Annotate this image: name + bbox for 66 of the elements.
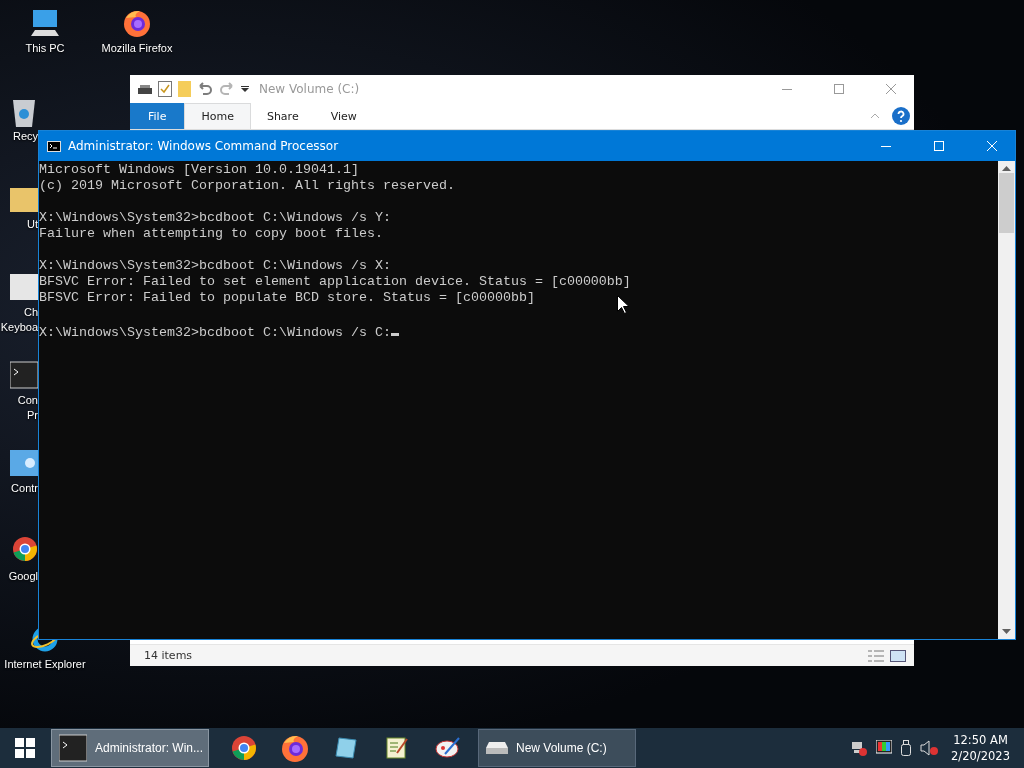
close-icon xyxy=(886,84,896,94)
control-panel-icon xyxy=(10,448,38,478)
scroll-up-icon[interactable] xyxy=(1002,166,1011,171)
dropdown-caret-icon[interactable] xyxy=(241,86,249,92)
text-cursor xyxy=(390,333,399,336)
console-icon xyxy=(10,360,38,390)
icon-label: Googl xyxy=(8,569,38,584)
icon-label: Mozilla Firefox xyxy=(101,41,173,56)
document-pencil-icon xyxy=(384,736,409,760)
speaker-muted-icon[interactable] xyxy=(920,740,939,756)
drive-icon[interactable] xyxy=(138,84,152,94)
color-display-icon[interactable] xyxy=(876,740,893,756)
minimize-icon xyxy=(881,145,891,147)
checklist-icon[interactable] xyxy=(158,81,172,97)
close-icon xyxy=(987,141,997,151)
console-line: X:\Windows\System32>bcdboot C:\Windows /s C: xyxy=(39,325,391,341)
undo-icon[interactable] xyxy=(197,82,213,96)
palette-icon xyxy=(434,736,461,760)
ribbon-tab[interactable]: Share xyxy=(250,103,315,129)
console-icon[interactable] xyxy=(47,140,61,152)
chrome-icon xyxy=(12,536,38,562)
taskbar-button[interactable]: Administrator: Win... xyxy=(51,729,209,767)
console-line: Microsoft Windows [Version 10.0.19041.1] xyxy=(39,162,359,178)
windows-logo-icon xyxy=(15,738,35,758)
console-line: BFSVC Error: Failed to populate BCD store. Status = [c00000bb] xyxy=(39,290,535,306)
console-line: X:\Windows\System32>bcdboot C:\Windows /s Y: xyxy=(39,210,391,226)
maximize-icon xyxy=(834,84,844,94)
icon-label: Ch xyxy=(23,305,38,320)
ribbon-tab[interactable]: View xyxy=(314,103,373,129)
usb-drive-icon[interactable] xyxy=(901,740,912,756)
scroll-thumb[interactable] xyxy=(999,173,1014,233)
console-line: BFSVC Error: Failed to set element application device. Status = [c00000bb] xyxy=(39,274,631,290)
console-line: Failure when attempting to copy boot files. xyxy=(39,226,383,242)
firefox-icon xyxy=(279,733,310,763)
icon-label: Keyboa xyxy=(0,320,38,335)
console-icon xyxy=(59,733,87,763)
status-text: 14 items xyxy=(144,649,194,662)
firefox-icon xyxy=(122,8,152,38)
clock-time[interactable]: 12:50 AM xyxy=(953,732,1008,748)
console-line: X:\Windows\System32>bcdboot C:\Windows /s X: xyxy=(39,258,391,274)
minimize-icon xyxy=(782,88,792,90)
window-title: Administrator: Windows Command Processor xyxy=(68,139,340,153)
chrome-icon xyxy=(230,735,257,761)
file-menu-button[interactable]: File xyxy=(130,103,185,129)
network-disconnected-icon[interactable] xyxy=(851,740,868,756)
ribbon-tab[interactable]: Home xyxy=(184,103,251,129)
icon-label: Ut xyxy=(27,217,38,232)
icon-label: Pr xyxy=(27,408,38,423)
taskbar-button[interactable]: New Volume (C:) xyxy=(478,729,636,767)
scrollbar[interactable] xyxy=(998,161,1015,639)
scroll-down-icon[interactable] xyxy=(1002,629,1011,634)
large-icons-view-icon[interactable] xyxy=(890,649,906,662)
mouse-pointer-icon xyxy=(617,295,629,314)
drive-icon xyxy=(486,741,508,755)
icon-label: Recy xyxy=(12,129,38,144)
window-title: New Volume (C:) xyxy=(259,82,360,96)
computer-icon xyxy=(29,8,61,38)
maximize-icon xyxy=(934,141,944,151)
clock-date[interactable]: 2/20/2023 xyxy=(951,748,1010,764)
icon-label: Contr xyxy=(11,481,38,496)
icon-label: This PC xyxy=(25,41,65,56)
help-icon[interactable] xyxy=(892,107,910,125)
console-line: (c) 2019 Microsoft Corporation. All rights reserved. xyxy=(39,178,455,194)
icon-label: Internet Explorer xyxy=(4,657,86,672)
notepad-icon xyxy=(333,736,358,760)
icon-label: Con xyxy=(17,393,38,408)
